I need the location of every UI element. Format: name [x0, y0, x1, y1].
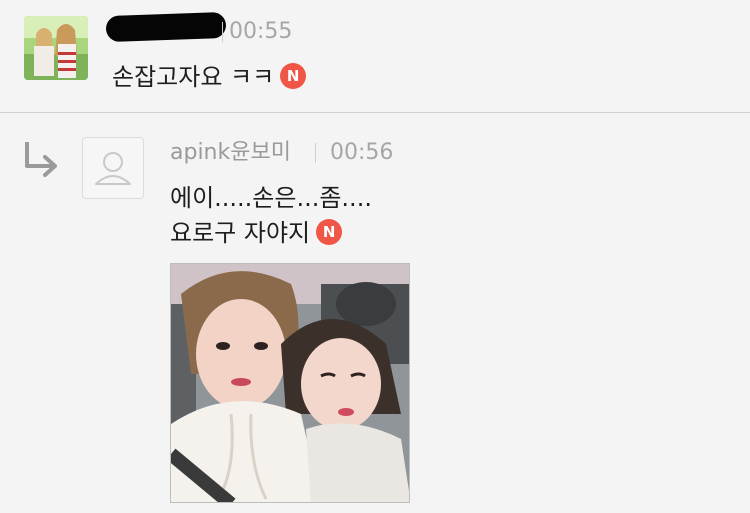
attached-photo[interactable]: [170, 263, 410, 503]
new-badge-icon: N: [316, 219, 343, 245]
comment-text: 요로구 자야지 N: [170, 215, 343, 251]
comment-text-content: 손잡고자요 ㅋㅋ: [112, 63, 275, 91]
redacted-author-name: [105, 11, 227, 43]
comment-time: 00:55: [229, 19, 293, 44]
comment-text-line: 요로구 자야지: [170, 219, 311, 247]
comment-text-line: 에이.....손은...좀....: [170, 184, 372, 212]
author-name[interactable]: apink윤보미: [170, 140, 291, 166]
meta-separator: [315, 143, 316, 163]
comment-text: 손잡고자요 ㅋㅋ N: [112, 59, 307, 95]
avatar[interactable]: [24, 16, 88, 80]
comment-divider: [0, 112, 750, 113]
meta-separator: [222, 22, 223, 42]
default-profile-icon[interactable]: [82, 137, 144, 199]
new-badge-icon: N: [280, 63, 307, 89]
comment-time: 00:56: [330, 140, 394, 165]
reply-arrow-icon: [25, 142, 57, 177]
comment-item: 00:55 손잡고자요 ㅋㅋ N: [0, 0, 750, 112]
